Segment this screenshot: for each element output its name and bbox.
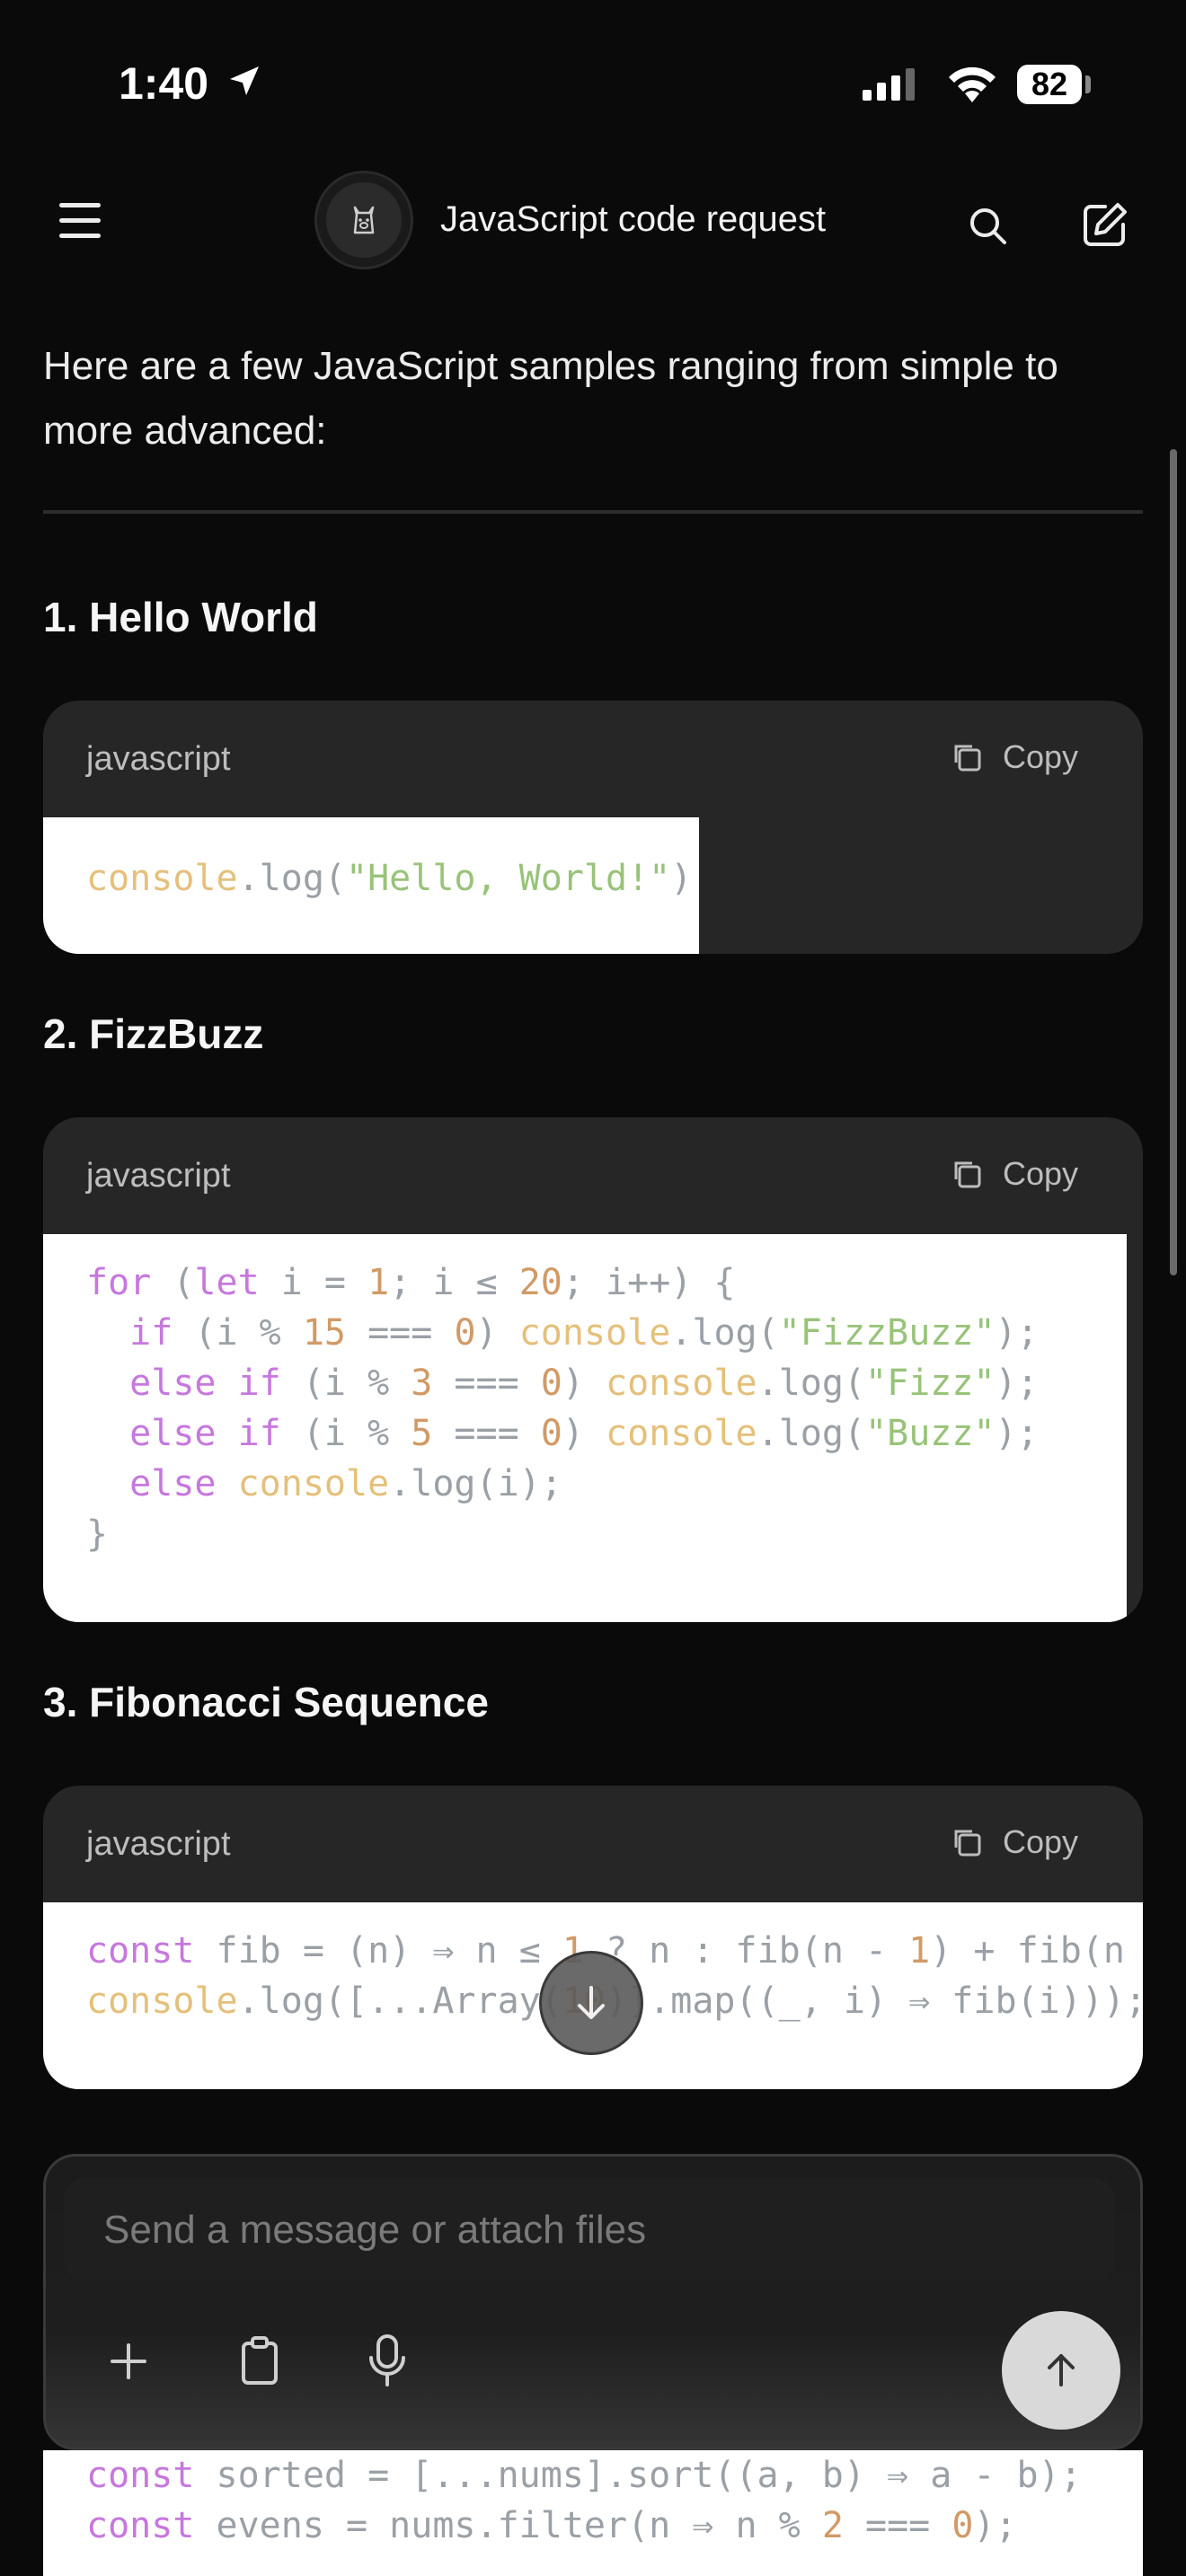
copy-button[interactable]: Copy <box>951 1823 1078 1861</box>
hamburger-icon[interactable] <box>59 203 101 243</box>
code-body-partial: const sorted = [...nums].sort((a, b) ⇒ a… <box>43 2450 1143 2576</box>
scroll-to-bottom-button[interactable] <box>539 1951 643 2055</box>
copy-label: Copy <box>1002 738 1078 775</box>
llama-icon <box>353 206 375 234</box>
copy-icon <box>954 745 981 772</box>
code-block-header: javascript Copy <box>43 1117 1143 1234</box>
divider <box>43 510 1143 514</box>
search-icon[interactable] <box>961 199 1015 253</box>
battery-indicator: 82 <box>1017 65 1082 104</box>
message-composer <box>43 2154 1143 2450</box>
copy-label: Copy <box>1002 1823 1078 1860</box>
status-time: 1:40 <box>119 58 209 109</box>
send-button[interactable] <box>1002 2311 1120 2430</box>
chat-title[interactable]: JavaScript code request <box>440 199 826 240</box>
code-body: console.log("Hello, World!"); <box>43 817 699 954</box>
assistant-avatar[interactable] <box>314 171 413 269</box>
section-heading-hello-world: 1. Hello World <box>43 594 318 640</box>
battery-cap <box>1085 75 1091 93</box>
clipboard-icon[interactable] <box>235 2334 285 2388</box>
code-block-header: javascript Copy <box>43 1786 1143 1902</box>
arrow-up-icon <box>1048 2354 1075 2386</box>
message-input[interactable] <box>64 2178 1115 2282</box>
cellular-signal-icon <box>863 68 915 101</box>
copy-button[interactable]: Copy <box>951 738 1078 776</box>
code-language-label: javascript <box>86 740 231 778</box>
wifi-icon <box>949 66 996 102</box>
code-language-label: javascript <box>86 1157 231 1195</box>
status-bar: 1:40 82 <box>0 0 1186 171</box>
code-block-fizzbuzz: javascript Copy for (let i = 1; i ≤ 20; … <box>43 1117 1143 1622</box>
code-language-label: javascript <box>86 1825 231 1863</box>
copy-icon <box>954 1161 981 1188</box>
code-block-header: javascript Copy <box>43 701 1143 817</box>
code-body: for (let i = 1; i ≤ 20; i++) { if (i % 1… <box>43 1234 1127 1622</box>
edit-icon[interactable] <box>1078 198 1132 251</box>
copy-button[interactable]: Copy <box>951 1155 1078 1193</box>
scrollbar[interactable] <box>1170 449 1177 1275</box>
arrow-down-icon <box>578 1986 605 2019</box>
plus-icon[interactable] <box>103 2336 154 2386</box>
intro-text: Here are a few JavaScript samples rangin… <box>43 344 1058 453</box>
copy-icon <box>954 1830 981 1857</box>
section-heading-fibonacci: 3. Fibonacci Sequence <box>43 1679 489 1725</box>
copy-label: Copy <box>1002 1155 1078 1192</box>
location-arrow-icon <box>230 66 259 95</box>
code-block-hello-world: javascript Copy console.log("Hello, Worl… <box>43 701 1143 954</box>
section-heading-fizzbuzz: 2. FizzBuzz <box>43 1010 264 1057</box>
mic-icon[interactable] <box>362 2333 412 2390</box>
